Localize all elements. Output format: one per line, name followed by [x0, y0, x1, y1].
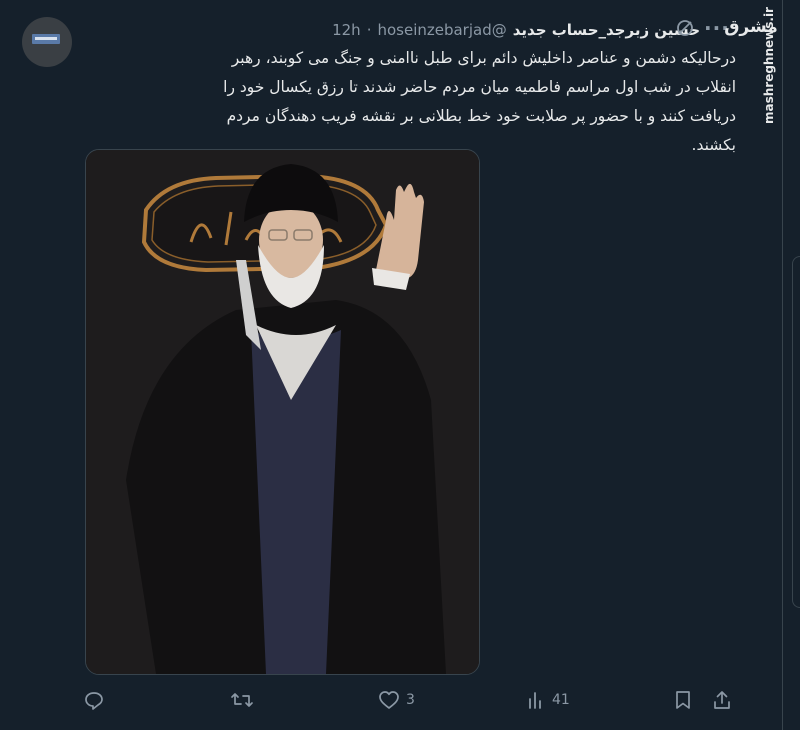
like-count: 3	[406, 692, 415, 708]
retweet-icon	[230, 690, 254, 710]
bookmark-icon	[674, 690, 692, 710]
display-name[interactable]: حسین زبرجد_حساب جدید	[513, 21, 700, 39]
right-panel-outline	[792, 256, 800, 608]
retweet-button[interactable]	[230, 690, 260, 710]
share-icon	[712, 690, 732, 710]
reply-icon	[84, 690, 104, 710]
avatar-image-detail	[35, 37, 57, 40]
avatar[interactable]	[22, 17, 72, 67]
views-icon	[526, 690, 546, 710]
like-button[interactable]: 3	[378, 690, 415, 710]
tweet-top-icons: ···	[676, 18, 730, 38]
views-count: 41	[552, 692, 570, 708]
tweet-time[interactable]: 12h	[332, 21, 361, 39]
share-button[interactable]	[712, 690, 732, 710]
user-handle[interactable]: @hoseinzebarjad	[377, 21, 506, 39]
tweet-text: درحالیکه دشمن و عناصر داخلیش دائم برای ط…	[223, 49, 736, 154]
tweet-photo[interactable]	[85, 149, 480, 675]
reply-button[interactable]	[84, 690, 110, 710]
views-button[interactable]: 41	[526, 690, 570, 710]
watermark-url: mashreghnews.ir	[762, 7, 776, 124]
tweet-header: حسین زبرجد_حساب جدید @hoseinzebarjad · 1…	[80, 18, 700, 42]
heart-icon	[378, 690, 400, 710]
tweet-actions: 3 41	[84, 690, 744, 716]
bookmark-button[interactable]	[674, 690, 692, 710]
tweet-card[interactable]: حسین زبرجد_حساب جدید @hoseinzebarjad · 1…	[0, 0, 782, 730]
separator-dot: ·	[366, 21, 372, 39]
grok-icon[interactable]	[676, 19, 694, 37]
